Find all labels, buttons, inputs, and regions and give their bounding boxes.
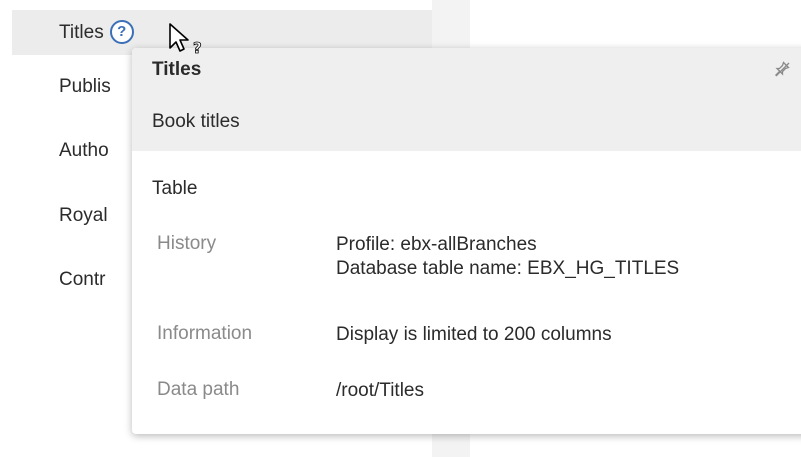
property-value-line: Database table name: EBX_HG_TITLES [336,258,680,279]
stage: Titles? Publis Autho Royal Contr Titles … [0,0,801,457]
property-label-information: Information [157,323,253,344]
popover-title: Titles [152,59,202,80]
pin-icon[interactable] [773,60,791,78]
nav-item-label: Contr [59,269,106,290]
property-value-data-path: /root/Titles [336,380,424,401]
popover-header: Titles Book titles [132,48,801,151]
property-value-information: Display is limited to 200 columns [336,324,612,345]
property-value-line: Profile: ebx-allBranches [336,234,537,255]
property-label-data-path: Data path [157,379,240,400]
help-popover: Titles Book titles Table History Profile… [132,48,801,434]
nav-item-label: Publis [59,76,111,97]
popover-type: Table [152,178,198,199]
property-label-history: History [157,233,217,254]
nav-item-label: Royal [59,205,108,226]
nav-item-label: Autho [59,140,109,161]
popover-description: Book titles [152,111,240,132]
help-icon[interactable]: ? [109,20,134,44]
nav-item-label: Titles [59,22,104,43]
property-value-history: Profile: ebx-allBranches Database table … [336,233,679,281]
